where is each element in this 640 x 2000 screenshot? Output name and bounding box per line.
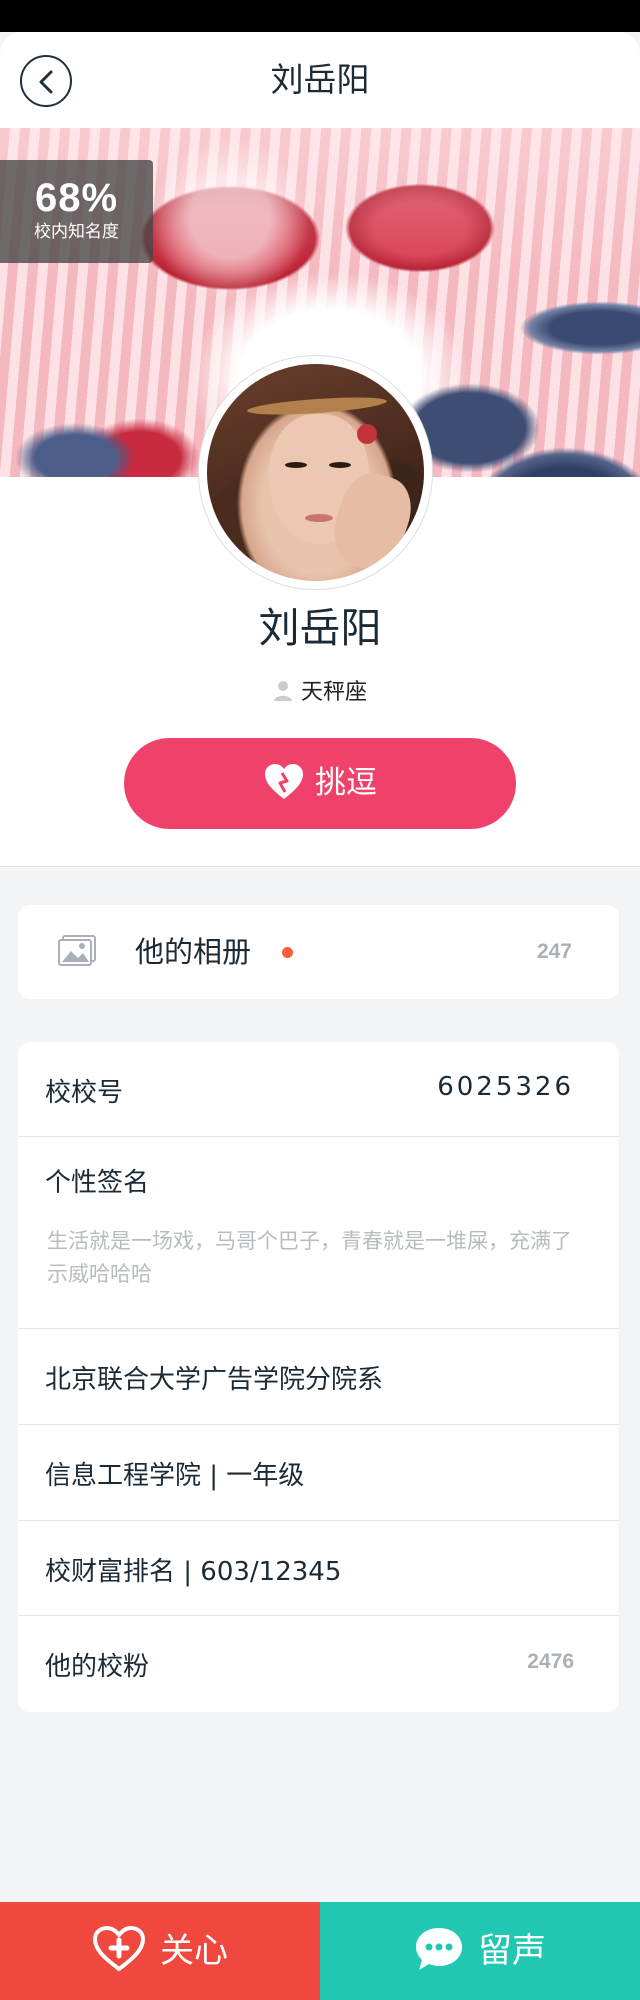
tease-label: 挑逗 [315,765,377,801]
popularity-value: 68% [34,176,119,220]
new-indicator [282,947,293,958]
profile-name: 刘岳阳 [258,604,382,652]
album-row[interactable]: 他的相册 247 [18,905,619,999]
department-grade: 信息工程学院 | 一年级 [45,1461,305,1491]
message-label: 留声 [478,1931,546,1971]
heart-icon [265,764,303,799]
care-button[interactable]: 关心 [0,1902,320,2000]
wealth-rank-row: 校财富排名 | 603/12345 [18,1521,619,1616]
school-id-value: 6025326 [437,1072,574,1102]
signature-row: 个性签名 生活就是一场戏，马哥个巴子，青春就是一堆屎，充满了示威哈哈哈 [18,1137,619,1329]
department-row: 信息工程学院 | 一年级 [18,1425,619,1521]
popularity-badge: 68% 校内知名度 [0,160,153,263]
fans-count: 2476 [527,1650,574,1673]
status-bar [0,0,640,32]
school-id-label: 校校号 [45,1078,124,1108]
bottom-action-bar: 关心 留声 [0,1902,640,2000]
chat-bubble-icon [416,1928,462,1970]
care-label: 关心 [160,1931,228,1971]
school-row: 北京联合大学广告学院分院系 [18,1329,619,1425]
signature-text: 生活就是一场戏，马哥个巴子，青春就是一堆屎，充满了示威哈哈哈 [47,1229,572,1286]
zodiac: 天秤座 [0,676,640,710]
page-title: 刘岳阳 [270,60,370,99]
heart-plus-icon [93,1926,145,1971]
message-button[interactable]: 留声 [320,1902,640,2000]
wealth-rank: 校财富排名 | 603/12345 [45,1557,342,1587]
user-icon [273,681,292,701]
fans-row[interactable]: 他的校粉 2476 [18,1616,619,1712]
avatar[interactable] [198,355,433,590]
fans-label: 他的校粉 [45,1652,150,1682]
album-count: 247 [536,940,572,963]
avatar-photo [207,364,424,581]
tease-button[interactable]: 挑逗 [124,738,516,829]
album-label: 他的相册 [135,935,252,969]
back-button[interactable] [20,55,72,107]
chevron-left-icon [39,70,53,94]
signature-label: 个性签名 [45,1168,150,1198]
popularity-label: 校内知名度 [34,222,119,242]
zodiac-label: 天秤座 [300,680,367,705]
photo-album-icon [58,935,96,966]
school-id-row: 校校号 6025326 [18,1042,619,1137]
info-card: 校校号 6025326 个性签名 生活就是一场戏，马哥个巴子，青春就是一堆屎，充… [18,1042,619,1712]
school-name: 北京联合大学广告学院分院系 [45,1365,384,1395]
nav-bar: 刘岳阳 [0,32,640,128]
